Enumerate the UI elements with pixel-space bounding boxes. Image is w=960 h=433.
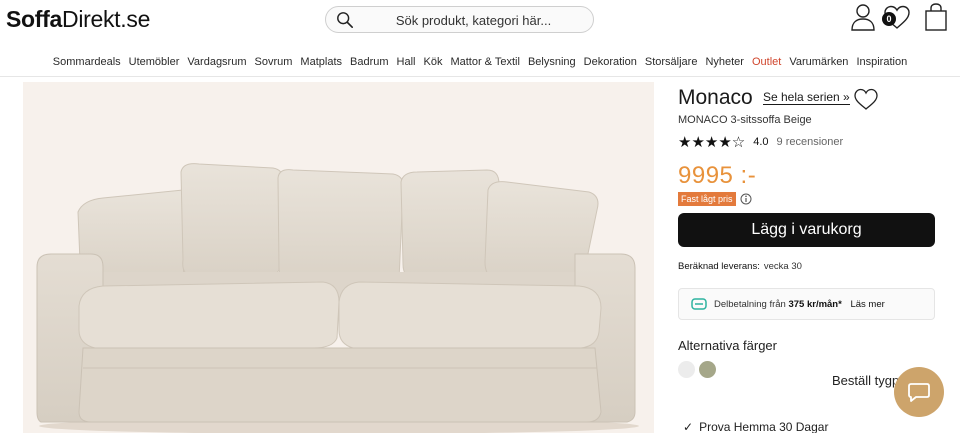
star-rating-icon: ★★★★☆ [678, 134, 746, 151]
nav-item-utemobler[interactable]: Utemöbler [125, 52, 184, 72]
nav-item-dekoration[interactable]: Dekoration [580, 52, 641, 72]
color-swatch-light-grey[interactable] [678, 361, 695, 378]
nav-item-sovrum[interactable]: Sovrum [251, 52, 297, 72]
nav-item-outlet[interactable]: Outlet [748, 52, 785, 72]
nav-item-varumarken[interactable]: Varumärken [785, 52, 852, 72]
chat-button[interactable] [894, 367, 944, 417]
installment-amount: 375 kr/mån* [788, 299, 842, 310]
see-series-link[interactable]: Se hela serien » [763, 91, 850, 105]
installment-box[interactable]: Delbetalning från 375 kr/mån* Läs mer [678, 288, 935, 320]
delivery-estimate: Beräknad leverans: vecka 30 [678, 261, 802, 272]
chat-bubble-icon [908, 383, 930, 402]
nav-item-mattor-textil[interactable]: Mattor & Textil [446, 52, 524, 72]
product-title: Monaco [678, 86, 753, 109]
nav-item-belysning[interactable]: Belysning [524, 52, 580, 72]
nav-item-badrum[interactable]: Badrum [346, 52, 393, 72]
main-nav: Sommardeals Utemöbler Vardagsrum Sovrum … [0, 52, 960, 72]
search-bar[interactable] [325, 6, 594, 33]
product-price: 9995 :- [678, 162, 757, 189]
checkmark-icon: ✓ [683, 420, 694, 433]
product-rating[interactable]: ★★★★☆ 4.0 9 recensioner [678, 133, 843, 151]
nav-item-storsaljare[interactable]: Storsäljare [641, 52, 702, 72]
user-icon[interactable] [850, 3, 876, 31]
header-divider [0, 76, 960, 77]
delivery-week: vecka 30 [763, 261, 802, 272]
shopping-bag-icon[interactable] [924, 3, 948, 31]
search-input[interactable] [366, 10, 581, 30]
alternative-colors-title: Alternativa färger [678, 338, 777, 353]
nav-item-nyheter[interactable]: Nyheter [701, 52, 748, 72]
try-at-home-label: Prova Hemma 30 Dagar [699, 420, 829, 433]
site-logo[interactable]: SoffaDirekt.se [6, 6, 150, 33]
nav-item-inspiration[interactable]: Inspiration [852, 52, 911, 72]
nav-item-hall[interactable]: Hall [393, 52, 420, 72]
search-icon[interactable] [336, 11, 354, 29]
color-swatch-olive[interactable] [699, 361, 716, 378]
product-subtitle: MONACO 3-sitssoffa Beige [678, 114, 812, 126]
nav-item-matplats[interactable]: Matplats [296, 52, 346, 72]
product-image[interactable] [23, 82, 654, 433]
nav-item-sommardeals[interactable]: Sommardeals [49, 52, 125, 72]
site-header: SoffaDirekt.se 0 [0, 0, 960, 44]
read-more-link[interactable]: Läs mer [850, 299, 884, 310]
installment-prefix: Delbetalning från [714, 299, 786, 310]
wishlist-count-badge: 0 [882, 12, 896, 26]
nav-item-vardagsrum[interactable]: Vardagsrum [183, 52, 250, 72]
add-to-cart-button[interactable]: Lägg i varukorg [678, 213, 935, 247]
rating-value: 4.0 [753, 136, 769, 148]
nav-item-kok[interactable]: Kök [419, 52, 446, 72]
delivery-label: Beräknad leverans: [678, 261, 760, 272]
payment-card-icon [691, 298, 707, 310]
heart-icon[interactable] [853, 87, 879, 111]
try-at-home-benefit: ✓ Prova Hemma 30 Dagar [683, 420, 828, 433]
fixed-low-price-badge: Fast lågt pris [678, 192, 736, 206]
sofa-illustration [36, 163, 639, 433]
info-icon[interactable] [740, 193, 752, 205]
reviews-link[interactable]: 9 recensioner [777, 136, 844, 148]
